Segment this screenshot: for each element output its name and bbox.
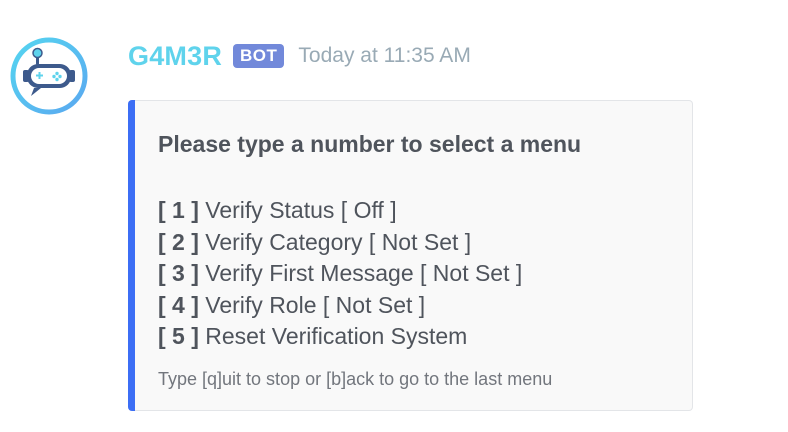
option-number: [ 1 ] — [158, 197, 199, 223]
embed-accent-bar — [128, 100, 135, 411]
option-number: [ 5 ] — [158, 323, 199, 349]
bot-badge: BOT — [233, 44, 285, 68]
message-header: G4M3R BOT Today at 11:35 AM — [128, 36, 471, 76]
option-label: Reset Verification System — [205, 323, 468, 349]
option-label: Verify First Message [ Not Set ] — [205, 260, 523, 286]
menu-option-4: [ 4 ] Verify Role [ Not Set ] — [158, 290, 522, 322]
option-number: [ 4 ] — [158, 291, 199, 318]
author-name[interactable]: G4M3R — [128, 41, 222, 72]
robot-gamepad-icon[interactable] — [9, 36, 89, 116]
menu-options-list: [ 1 ] Verify Status [ Off ] [ 2 ] Verify… — [158, 195, 522, 353]
menu-option-2: [ 2 ] Verify Category [ Not Set ] — [158, 227, 522, 259]
option-label: Verify Category [ Not Set ] — [205, 228, 472, 255]
option-label: Verify Status [ Off ] — [205, 197, 397, 223]
menu-option-5: [ 5 ] Reset Verification System — [158, 321, 522, 353]
chat-message: G4M3R BOT Today at 11:35 AM Please type … — [0, 0, 788, 432]
embed-title: Please type a number to select a menu — [158, 131, 582, 157]
option-label: Verify Role [ Not Set ] — [205, 291, 426, 318]
message-timestamp: Today at 11:35 AM — [298, 44, 471, 67]
menu-option-3: [ 3 ] Verify First Message [ Not Set ] — [158, 258, 522, 290]
embed-card: Please type a number to select a menu [ … — [128, 100, 693, 411]
option-number: [ 3 ] — [158, 260, 199, 286]
embed-footer: Type [q]uit to stop or [b]ack to go to t… — [158, 369, 553, 389]
option-number: [ 2 ] — [158, 228, 199, 255]
menu-option-1: [ 1 ] Verify Status [ Off ] — [158, 195, 522, 227]
